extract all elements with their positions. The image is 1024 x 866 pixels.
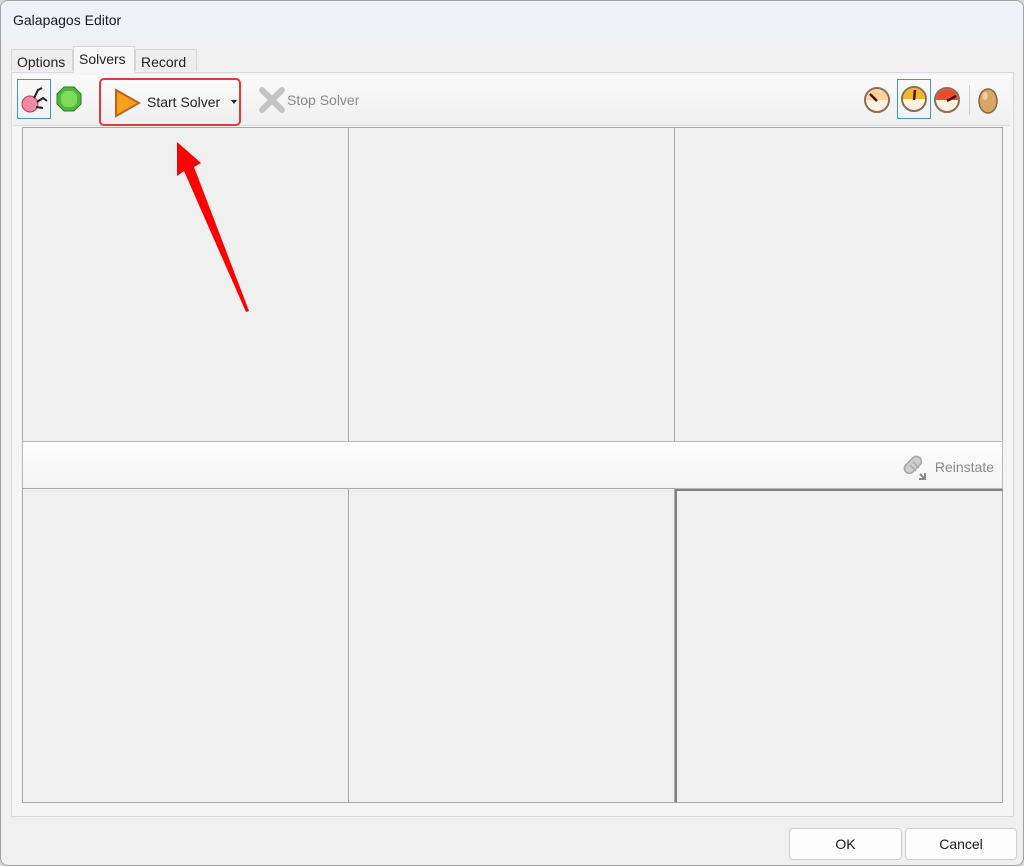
stop-x-icon xyxy=(259,87,285,113)
cancel-button[interactable]: Cancel xyxy=(905,828,1017,860)
chart-panel-2 xyxy=(348,127,675,442)
tab-options[interactable]: Options xyxy=(11,49,73,71)
chart-panel-6 xyxy=(675,489,1003,803)
gauge-slow-icon xyxy=(864,87,890,113)
speed-fast-button[interactable] xyxy=(933,83,963,117)
chart-panel-1 xyxy=(22,127,349,442)
egg-icon xyxy=(978,88,998,114)
speed-slow-button[interactable] xyxy=(863,83,893,117)
reinstate-label: Reinstate xyxy=(934,459,994,475)
reinstate-button[interactable]: Reinstate xyxy=(901,453,994,481)
gauge-fast-icon xyxy=(934,87,960,113)
solver-charts-grid: Reinstate xyxy=(22,127,1003,803)
start-solver-button[interactable]: Start Solver xyxy=(99,78,241,126)
solver-toolbar: Start Solver Stop Solver xyxy=(13,75,1010,126)
egg-button[interactable] xyxy=(977,83,1003,117)
window-title: Galapagos Editor xyxy=(13,12,122,28)
stop-solver-button[interactable]: Stop Solver xyxy=(255,79,375,121)
reinstate-bar: Reinstate xyxy=(22,441,1003,489)
chevron-down-icon[interactable] xyxy=(231,100,237,104)
green-gem-icon xyxy=(56,86,82,112)
genetic-solver-button[interactable] xyxy=(17,79,51,119)
chart-panel-5 xyxy=(348,488,675,803)
galapagos-editor-window: Galapagos Editor Options Solvers Record xyxy=(0,0,1024,866)
stop-solver-label: Stop Solver xyxy=(287,92,360,108)
play-icon xyxy=(115,88,141,118)
genetic-evolution-icon xyxy=(21,87,48,113)
reinstate-icon xyxy=(903,455,926,480)
toolbar-separator xyxy=(969,85,970,115)
ok-button[interactable]: OK xyxy=(789,828,902,860)
tab-solvers[interactable]: Solvers xyxy=(73,46,135,73)
speed-medium-button[interactable] xyxy=(897,79,931,119)
title-bar[interactable]: Galapagos Editor xyxy=(1,1,1023,41)
chart-panel-4 xyxy=(22,488,349,803)
start-solver-label: Start Solver xyxy=(147,94,221,110)
annealing-solver-button[interactable] xyxy=(55,81,85,117)
gauge-medium-icon xyxy=(901,86,927,112)
chart-panel-3 xyxy=(674,127,1003,442)
tab-record[interactable]: Record xyxy=(135,49,197,71)
